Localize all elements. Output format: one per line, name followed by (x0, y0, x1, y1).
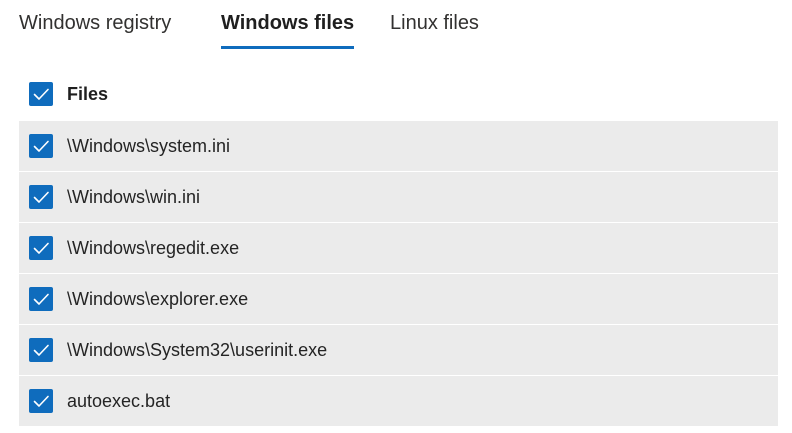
file-path: \Windows\win.ini (67, 187, 201, 207)
file-path: \Windows\system.ini (67, 136, 231, 156)
checkmark-icon (33, 293, 49, 305)
checkmark-icon (33, 344, 49, 356)
tab-linux-files[interactable]: Linux files (390, 12, 479, 35)
active-tab-indicator (221, 46, 354, 49)
file-checkbox[interactable] (29, 287, 53, 311)
file-row[interactable]: \Windows\win.ini (19, 172, 778, 223)
checkmark-icon (33, 140, 49, 152)
files-list: \Windows\system.ini \Windows\win.ini \Wi… (19, 121, 778, 427)
file-checkbox[interactable] (29, 389, 53, 413)
file-path: \Windows\regedit.exe (67, 238, 240, 258)
checkmark-icon (33, 88, 49, 100)
tab-bar: Windows registry Windows files Linux fil… (0, 0, 792, 56)
file-checkbox[interactable] (29, 236, 53, 260)
file-row[interactable]: \Windows\explorer.exe (19, 274, 778, 325)
file-path: \Windows\System32\userinit.exe (67, 340, 328, 360)
files-column-header: Files (67, 84, 109, 104)
checkmark-icon (33, 191, 49, 203)
file-checkbox[interactable] (29, 185, 53, 209)
file-checkbox[interactable] (29, 134, 53, 158)
file-row[interactable]: autoexec.bat (19, 376, 778, 427)
file-row[interactable]: \Windows\system.ini (19, 121, 778, 172)
file-row[interactable]: \Windows\regedit.exe (19, 223, 778, 274)
tab-windows-files[interactable]: Windows files (221, 12, 354, 35)
files-header-row: Files (19, 70, 778, 120)
file-row[interactable]: \Windows\System32\userinit.exe (19, 325, 778, 376)
checkmark-icon (33, 395, 49, 407)
tab-windows-registry[interactable]: Windows registry (19, 12, 171, 35)
select-all-checkbox[interactable] (29, 82, 53, 106)
file-path: autoexec.bat (67, 391, 171, 411)
file-path: \Windows\explorer.exe (67, 289, 249, 309)
file-checkbox[interactable] (29, 338, 53, 362)
checkmark-icon (33, 242, 49, 254)
